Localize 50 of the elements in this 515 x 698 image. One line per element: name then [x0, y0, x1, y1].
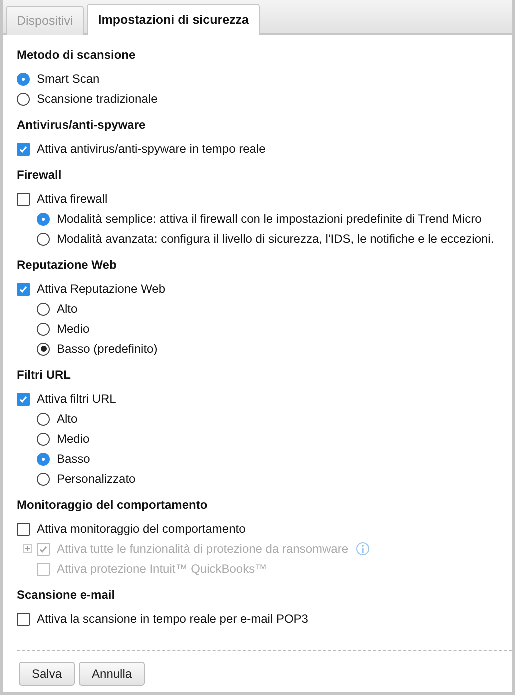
- option-label: Attiva Reputazione Web: [37, 282, 166, 296]
- option-label: Scansione tradizionale: [37, 92, 158, 106]
- checkbox[interactable]: [17, 142, 30, 156]
- option-label: Attiva antivirus/anti-spyware in tempo reale: [37, 142, 266, 156]
- option-label: Personalizzato: [57, 472, 136, 486]
- section-heading: Antivirus/anti-spyware: [17, 118, 147, 134]
- option-label: Attiva filtri URL: [37, 392, 116, 406]
- action-button[interactable]: Annulla: [79, 662, 146, 686]
- checkmark-icon: [19, 394, 28, 404]
- radio-button[interactable]: [37, 302, 50, 316]
- checkmark-icon: [39, 544, 48, 554]
- option-label: Attiva firewall: [37, 192, 108, 206]
- option-label: Alto: [57, 302, 78, 316]
- section-heading: Metodo di scansione: [17, 48, 137, 64]
- section-heading: Scansione e-mail: [17, 588, 116, 604]
- tab[interactable]: Impostazioni di sicurezza: [87, 4, 260, 35]
- radio-button[interactable]: [37, 432, 50, 446]
- radio-button[interactable]: [37, 452, 50, 466]
- option-label: Medio: [57, 432, 90, 446]
- section-heading: Filtri URL: [17, 368, 72, 384]
- radio-button[interactable]: [37, 232, 50, 246]
- checkbox[interactable]: [17, 392, 30, 406]
- option-label: Attiva tutte le funzionalità di protezione da ransomware: [57, 542, 348, 556]
- checkbox[interactable]: [17, 192, 30, 206]
- radio-button[interactable]: [17, 92, 30, 106]
- section-heading: Reputazione Web: [17, 258, 118, 274]
- option-label: Modalità semplice: attiva il firewall con le impostazioni predefinite di Trend Micro: [57, 212, 482, 226]
- option-label: Attiva monitoraggio del comportamento: [37, 522, 246, 536]
- option-label: Basso: [57, 452, 90, 466]
- option-label: Medio: [57, 322, 90, 336]
- checkmark-icon: [19, 284, 28, 294]
- checkbox[interactable]: [17, 522, 30, 536]
- option-label: Smart Scan: [37, 72, 100, 86]
- radio-button[interactable]: [37, 472, 50, 486]
- checkbox[interactable]: [17, 282, 30, 296]
- option-label: Modalità avanzata: configura il livello di sicurezza, l'IDS, le notifiche e le eccezioni.: [57, 232, 494, 246]
- option-label: Attiva la scansione in tempo reale per e-mail POP3: [37, 612, 308, 626]
- option-label: Attiva protezione Intuit™ QuickBooks™: [57, 562, 268, 576]
- section-heading: Firewall: [17, 168, 63, 184]
- checkmark-icon: [19, 144, 28, 154]
- section-heading: Monitoraggio del comportamento: [17, 498, 209, 514]
- radio-button[interactable]: [37, 212, 50, 226]
- checkbox[interactable]: [17, 612, 30, 626]
- option-label: Basso (predefinito): [57, 342, 158, 356]
- radio-button[interactable]: [17, 72, 30, 86]
- radio-button[interactable]: [37, 412, 50, 426]
- action-button[interactable]: Salva: [19, 662, 76, 686]
- radio-button[interactable]: [37, 322, 50, 336]
- option-label: Alto: [57, 412, 78, 426]
- radio-button[interactable]: [37, 342, 50, 356]
